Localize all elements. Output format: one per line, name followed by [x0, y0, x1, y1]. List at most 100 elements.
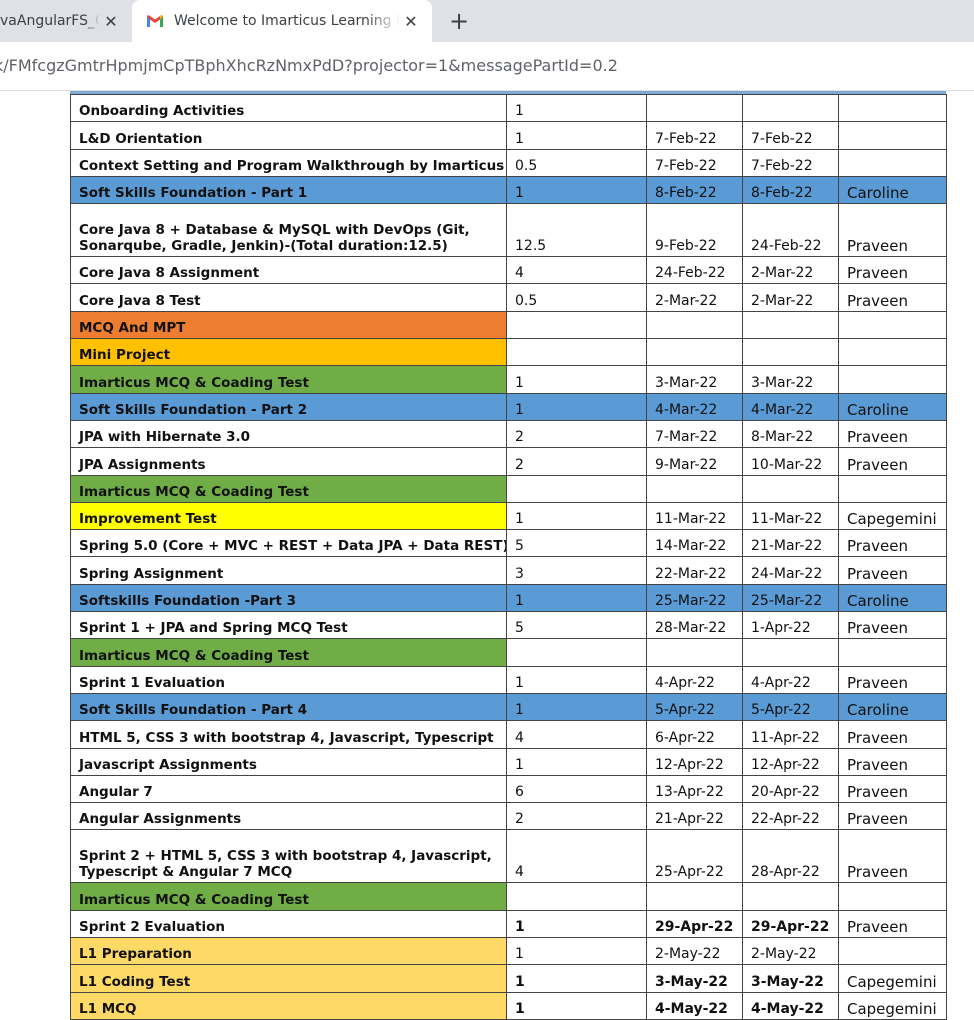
end-date-cell: 2-Mar-22 [742, 283, 839, 312]
trainer-cell: Praveen [838, 829, 947, 884]
activity-cell: L1 Coding Test [70, 964, 507, 993]
activity-cell: Spring 5.0 (Core + MVC + REST + Data JPA… [70, 529, 507, 558]
activity-cell: Angular Assignments [70, 802, 507, 831]
activity-cell: HTML 5, CSS 3 with bootstrap 4, Javascri… [70, 720, 507, 749]
trainer-cell: Praveen [838, 747, 947, 776]
trainer-cell [838, 310, 947, 340]
start-date-cell: 12-Apr-22 [646, 747, 743, 776]
start-date-cell: 28-Mar-22 [646, 611, 743, 640]
duration-cell: 2 [506, 802, 647, 831]
table-row: Improvement Test 1 11-Mar-22 11-Mar-22 Capeg… [70, 501, 947, 531]
trainer-cell: Praveen [838, 665, 947, 694]
trainer-cell: Praveen [838, 909, 947, 939]
duration-cell: 1 [506, 175, 647, 205]
start-date-cell [646, 93, 743, 123]
end-date-cell: 11-Apr-22 [742, 720, 839, 749]
activity-cell: Sprint 2 Evaluation [70, 909, 507, 939]
tab-close-icon[interactable]: ✕ [100, 10, 122, 32]
duration-cell: 1 [506, 991, 647, 1020]
duration-cell: 1 [506, 747, 647, 776]
end-date-cell: 3-May-22 [742, 964, 839, 993]
table-row: Core Java 8 Test 0.5 2-Mar-22 2-Mar-22 Prave… [70, 283, 947, 312]
start-date-cell: 4-Mar-22 [646, 392, 743, 421]
activity-cell: Spring Assignment [70, 556, 507, 585]
activity-cell: Imarticus MCQ & Coading Test [70, 882, 507, 911]
start-date-cell [646, 338, 743, 367]
trainer-cell: Capegemini [838, 964, 947, 993]
duration-cell: 4 [506, 256, 647, 285]
tab-title: vaAngularFS_C [0, 13, 100, 29]
trainer-cell [838, 338, 947, 367]
activity-cell: L1 Preparation [70, 937, 507, 966]
end-date-cell [742, 310, 839, 340]
trainer-cell: Praveen [838, 283, 947, 312]
activity-cell: Core Java 8 + Database & MySQL with DevO… [70, 203, 507, 258]
activity-cell: Mini Project [70, 338, 507, 367]
trainer-cell [838, 365, 947, 394]
end-date-cell: 8-Mar-22 [742, 419, 839, 449]
start-date-cell: 3-Mar-22 [646, 365, 743, 394]
duration-cell: 0.5 [506, 283, 647, 312]
table-row: Javascript Assignments 1 12-Apr-22 12-Apr-2… [70, 747, 947, 776]
end-date-cell: 28-Apr-22 [742, 829, 839, 884]
activity-cell: Sprint 1 Evaluation [70, 665, 507, 694]
end-date-cell [742, 474, 839, 503]
table-row: JPA with Hibernate 3.0 2 7-Mar-22 8-Mar-22 P… [70, 419, 947, 449]
table-row: Softskills Foundation -Part 3 1 25-Mar-22 2… [70, 583, 947, 613]
activity-cell: Sprint 2 + HTML 5, CSS 3 with bootstrap … [70, 829, 507, 884]
table-row: L1 Coding Test 1 3-May-22 3-May-22 Capegemin… [70, 964, 947, 993]
table-row: Soft Skills Foundation - Part 4 1 5-Apr-22… [70, 692, 947, 722]
tab-close-icon[interactable]: ✕ [400, 10, 422, 32]
tab-inactive[interactable]: vaAngularFS_C ✕ [0, 0, 132, 42]
table-row: Mini Project [70, 338, 947, 367]
start-date-cell: 3-May-22 [646, 964, 743, 993]
start-date-cell: 2-Mar-22 [646, 283, 743, 312]
table-row: Core Java 8 + Database & MySQL with DevO… [70, 203, 947, 258]
table-row: Angular 7 6 13-Apr-22 20-Apr-22 Praveen [70, 774, 947, 804]
activity-cell: Onboarding Activities [70, 93, 507, 123]
activity-cell: Imarticus MCQ & Coading Test [70, 638, 507, 667]
table-row: Context Setting and Program Walkthrough … [70, 148, 947, 177]
table-row: Sprint 2 + HTML 5, CSS 3 with bootstrap … [70, 829, 947, 884]
activity-cell: Soft Skills Foundation - Part 2 [70, 392, 507, 421]
schedule-table: Onboarding Activities 1 L&D Orientation 1 7-… [70, 93, 947, 1020]
duration-cell: 1 [506, 665, 647, 694]
end-date-cell: 7-Feb-22 [742, 148, 839, 177]
end-date-cell: 21-Mar-22 [742, 529, 839, 558]
duration-cell [506, 474, 647, 503]
start-date-cell: 9-Feb-22 [646, 203, 743, 258]
start-date-cell: 6-Apr-22 [646, 720, 743, 749]
duration-cell: 2 [506, 419, 647, 449]
duration-cell [506, 638, 647, 667]
start-date-cell [646, 638, 743, 667]
duration-cell: 4 [506, 829, 647, 884]
start-date-cell: 4-May-22 [646, 991, 743, 1020]
table-row: Imarticus MCQ & Coading Test 1 3-Mar-22 3-M… [70, 365, 947, 394]
trainer-cell [838, 93, 947, 123]
duration-cell: 4 [506, 720, 647, 749]
address-bar[interactable]: k/FMfcgzGmtrHpmjmCpTBphXhcRzNmxPdD?proje… [0, 42, 974, 91]
activity-cell: Improvement Test [70, 501, 507, 531]
activity-cell: MCQ And MPT [70, 310, 507, 340]
end-date-cell: 25-Mar-22 [742, 583, 839, 613]
duration-cell: 0.5 [506, 148, 647, 177]
url-text[interactable]: k/FMfcgzGmtrHpmjmCpTBphXhcRzNmxPdD?proje… [0, 56, 618, 75]
table-row: HTML 5, CSS 3 with bootstrap 4, Javascri… [70, 720, 947, 749]
duration-cell: 3 [506, 556, 647, 585]
start-date-cell: 21-Apr-22 [646, 802, 743, 831]
trainer-cell: Praveen [838, 203, 947, 258]
table-row: Onboarding Activities 1 [70, 93, 947, 123]
end-date-cell: 2-May-22 [742, 937, 839, 966]
end-date-cell: 5-Apr-22 [742, 692, 839, 722]
start-date-cell: 11-Mar-22 [646, 501, 743, 531]
duration-cell [506, 882, 647, 911]
start-date-cell: 8-Feb-22 [646, 175, 743, 205]
start-date-cell: 2-May-22 [646, 937, 743, 966]
tab-active[interactable]: Welcome to Imarticus Learning P ✕ [132, 0, 432, 42]
start-date-cell: 24-Feb-22 [646, 256, 743, 285]
activity-cell: JPA with Hibernate 3.0 [70, 419, 507, 449]
trainer-cell: Caroline [838, 692, 947, 722]
end-date-cell [742, 93, 839, 123]
table-row: L1 MCQ 1 4-May-22 4-May-22 Capegemini [70, 991, 947, 1020]
new-tab-button[interactable]: + [444, 6, 474, 36]
